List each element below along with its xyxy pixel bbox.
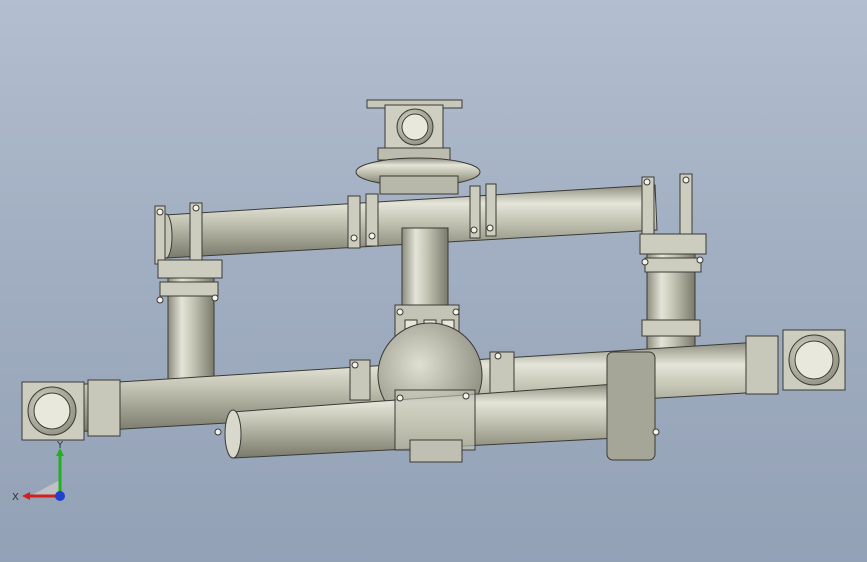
right-vertical-tube bbox=[639, 233, 707, 355]
triad-plane bbox=[30, 480, 60, 496]
x-axis-label: X bbox=[12, 492, 19, 503]
axis-triad: Y X bbox=[12, 440, 65, 503]
graphics-viewport[interactable]: Y X bbox=[0, 0, 867, 562]
left-wheel-flange bbox=[21, 379, 121, 441]
right-gearbox bbox=[606, 351, 656, 461]
x-axis-arrowhead bbox=[22, 492, 30, 500]
right-wheel-flange bbox=[745, 329, 846, 395]
top-mount-bracket bbox=[355, 99, 481, 195]
y-axis-label: Y bbox=[56, 440, 64, 451]
cad-assembly-model[interactable] bbox=[0, 0, 867, 562]
z-axis-dot bbox=[55, 491, 65, 501]
